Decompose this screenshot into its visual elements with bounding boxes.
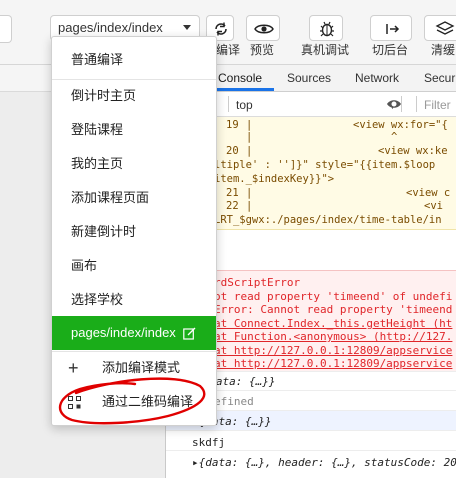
code-line: LRT_$gwx:./pages/index/time-table/in <box>214 214 442 226</box>
error-line: ot read property 'timeend' of undefi <box>214 290 453 303</box>
edit-icon[interactable] <box>183 327 196 340</box>
eye-icon <box>254 24 274 34</box>
menu-item-select-school[interactable]: 选择学校 <box>52 283 216 317</box>
error-line: Error: Cannot read property 'timeend <box>214 303 453 316</box>
menu-item-qr-compile[interactable]: 通过二维码编译 <box>52 385 216 419</box>
log-object: ▸{data: {…}, header: {…}, statusCode: 20 <box>192 456 456 469</box>
menu-item-my-home[interactable]: 我的主页 <box>52 147 216 181</box>
preview-label: 预览 <box>250 43 275 57</box>
error-line: rdScriptError <box>214 276 301 289</box>
menu-item-add-course-page[interactable]: 添加课程页面 <box>52 181 216 215</box>
console-log-row: skdfj <box>166 430 456 451</box>
qr-code-icon <box>68 396 81 409</box>
compile-mode-value: pages/index/index <box>58 20 163 35</box>
arrow-right-icon <box>386 24 400 34</box>
console-log-row[interactable]: ▸{data: {…}, header: {…}, statusCode: 20 <box>166 450 456 478</box>
error-stack-link[interactable]: at Function.<anonymous> (http://127. <box>214 330 452 343</box>
tab-sources[interactable]: Sources <box>287 71 331 85</box>
code-line-number: 22 <box>226 200 239 212</box>
code-line: item._$indexKey}}"> <box>214 173 335 185</box>
menu-item-label: pages/index/index <box>71 325 176 340</box>
toolbar-divider <box>228 96 229 112</box>
code-line: <vi <box>424 200 443 212</box>
compile-mode-menu: 普通编译 倒计时主页 登陆课程 我的主页 添加课程页面 新建倒计时 画布 选择学… <box>51 36 217 426</box>
real-device-debug-label: 真机调试 <box>301 43 350 57</box>
tab-network[interactable]: Network <box>355 71 399 85</box>
code-line-number: 21 <box>226 187 239 199</box>
tab-security[interactable]: Secur <box>424 71 455 85</box>
background-button[interactable] <box>370 15 412 41</box>
background-label: 切后台 <box>372 43 409 57</box>
menu-item-pages-index[interactable]: pages/index/index <box>52 316 216 350</box>
log-text: efined <box>214 395 254 408</box>
error-stack-link[interactable]: at http://127.0.0.1:12809/appservice <box>214 357 452 370</box>
layers-icon <box>435 21 455 35</box>
tab-console[interactable]: Console <box>218 71 262 85</box>
code-line: ^ <box>391 131 398 143</box>
code-line-number: 20 <box>226 145 239 157</box>
menu-item-new-countdown[interactable]: 新建倒计时 <box>52 215 216 249</box>
code-line-number: 19 <box>226 119 239 131</box>
preview-button[interactable] <box>246 15 280 41</box>
real-device-debug-button[interactable] <box>309 15 343 41</box>
menu-item-login-course[interactable]: 登陆课程 <box>52 113 216 147</box>
caret-down-icon <box>183 25 191 30</box>
error-stack-link[interactable]: at http://127.0.0.1:12809/appservice <box>214 344 452 357</box>
error-stack-link[interactable]: at Connect.Index._this.getHeight (ht <box>214 317 452 330</box>
toolbar-divider <box>416 96 417 112</box>
menu-item-label: 添加编译模式 <box>102 360 181 375</box>
code-line: <view wx:for="{ <box>353 119 448 131</box>
clear-cache-button[interactable] <box>424 15 456 41</box>
compile-label: 编译 <box>216 43 241 57</box>
filter-input[interactable]: Filter <box>424 98 451 112</box>
bug-icon <box>320 21 334 37</box>
code-line: <view wx:ke <box>378 145 448 157</box>
menu-item-add-compile-mode[interactable]: + 添加编译模式 <box>52 351 216 385</box>
menu-item-countdown-home[interactable]: 倒计时主页 <box>52 79 216 113</box>
menu-item-label: 通过二维码编译 <box>102 394 194 409</box>
menu-item-normal-compile[interactable]: 普通编译 <box>52 43 216 77</box>
clear-cache-label: 清缓 <box>431 43 456 57</box>
log-text: skdfj <box>192 436 226 449</box>
active-tab-indicator <box>214 88 274 91</box>
eye-icon[interactable] <box>386 96 402 112</box>
menu-item-canvas[interactable]: 画布 <box>52 249 216 283</box>
code-line: <view c <box>406 187 451 199</box>
context-select[interactable]: top <box>236 98 253 112</box>
code-line: ltiple' : '']}" style="{{item.$loop <box>214 159 436 171</box>
plus-icon: + <box>68 358 79 378</box>
left-edge-button[interactable] <box>0 15 12 43</box>
